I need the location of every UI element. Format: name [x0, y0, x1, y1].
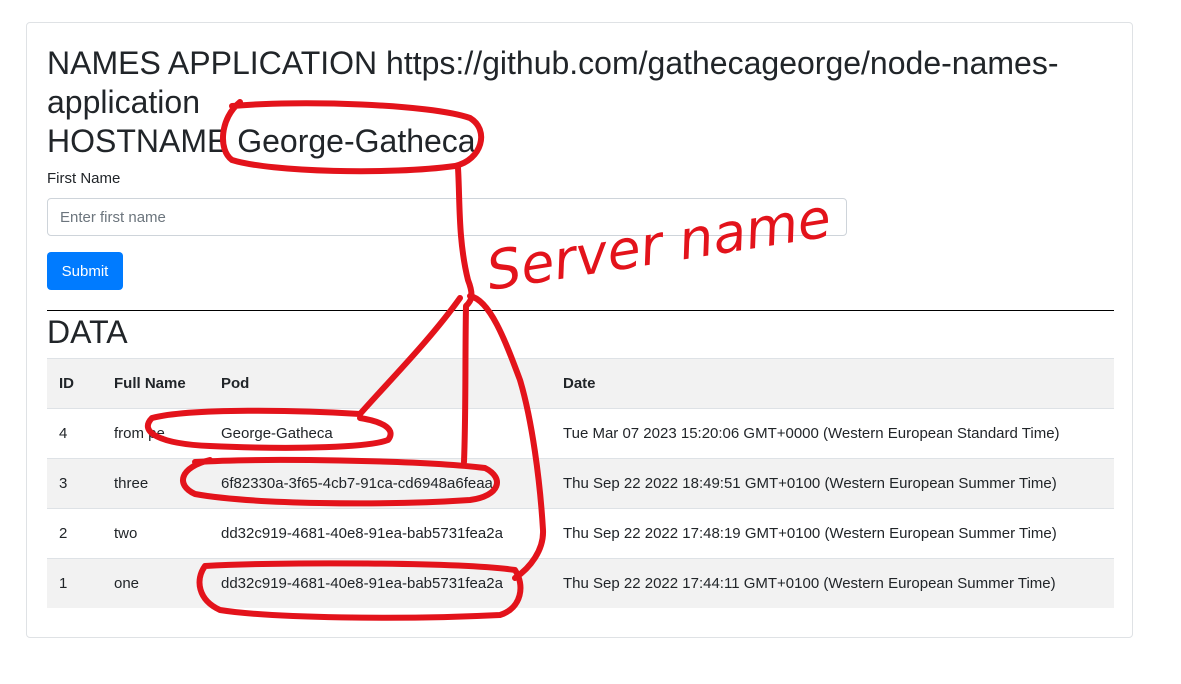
- table-row: 4 from pe George-Gatheca Tue Mar 07 2023…: [47, 408, 1114, 459]
- column-header-pod: Pod: [209, 358, 551, 409]
- data-heading: DATA: [47, 314, 128, 350]
- cell-full-name: three: [102, 458, 209, 509]
- cell-pod: 6f82330a-3f65-4cb7-91ca-cd6948a6feaa: [209, 458, 551, 509]
- cell-full-name: two: [102, 508, 209, 559]
- cell-date: Thu Sep 22 2022 18:49:51 GMT+0100 (Weste…: [551, 458, 1114, 509]
- table-header-row: ID Full Name Pod Date: [47, 358, 1114, 409]
- table-row: 3 three 6f82330a-3f65-4cb7-91ca-cd6948a6…: [47, 458, 1114, 509]
- hostname-value: George-Gatheca: [237, 123, 476, 159]
- section-divider: [47, 310, 1114, 311]
- hostname-label: HOSTNAME: [47, 123, 229, 159]
- submit-button[interactable]: Submit: [47, 252, 123, 290]
- column-header-full-name: Full Name: [102, 358, 209, 409]
- first-name-label: First Name: [47, 170, 121, 187]
- column-header-date: Date: [551, 358, 1114, 409]
- cell-date: Thu Sep 22 2022 17:44:11 GMT+0100 (Weste…: [551, 558, 1114, 608]
- title-line-2: application: [47, 84, 200, 120]
- cell-pod: dd32c919-4681-40e8-91ea-bab5731fea2a: [209, 508, 551, 559]
- hostname-line: HOSTNAME George-Gatheca: [47, 122, 1127, 161]
- cell-date: Tue Mar 07 2023 15:20:06 GMT+0000 (Weste…: [551, 408, 1114, 459]
- cell-id: 4: [47, 408, 102, 459]
- cell-pod: George-Gatheca: [209, 408, 551, 459]
- column-header-id: ID: [47, 358, 102, 409]
- cell-id: 2: [47, 508, 102, 559]
- cell-full-name: from pe: [102, 408, 209, 459]
- first-name-input[interactable]: [47, 198, 847, 236]
- data-table: ID Full Name Pod Date 4 from pe George-G…: [47, 358, 1114, 608]
- cell-date: Thu Sep 22 2022 17:48:19 GMT+0100 (Weste…: [551, 508, 1114, 559]
- cell-pod: dd32c919-4681-40e8-91ea-bab5731fea2a: [209, 558, 551, 608]
- cell-id: 1: [47, 558, 102, 608]
- cell-full-name: one: [102, 558, 209, 608]
- table-row: 1 one dd32c919-4681-40e8-91ea-bab5731fea…: [47, 558, 1114, 608]
- cell-id: 3: [47, 458, 102, 509]
- page-title: NAMES APPLICATION https://github.com/gat…: [47, 44, 1127, 161]
- title-line-1: NAMES APPLICATION https://github.com/gat…: [47, 45, 1059, 81]
- table-row: 2 two dd32c919-4681-40e8-91ea-bab5731fea…: [47, 508, 1114, 559]
